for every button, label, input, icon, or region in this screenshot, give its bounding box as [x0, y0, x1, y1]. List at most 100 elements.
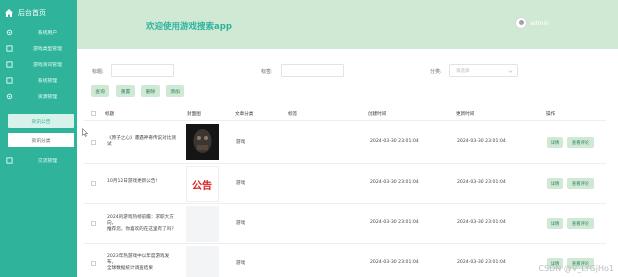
watermark: CSDN @V_LYGjHo1 [538, 264, 614, 273]
grid-icon [6, 44, 13, 52]
row-title-line: 2024的游戏热榜前瞻：求职大方向， [107, 215, 174, 226]
row-title[interactable]: 《原子之心》遭遇神奇传说对比测试 [107, 136, 177, 148]
view-comments-button[interactable]: 查看评论 [567, 137, 594, 148]
table-divider [84, 120, 606, 121]
sidebar-item-label: 系统用户 [37, 30, 58, 36]
sidebar-item-resources[interactable]: 资源管理 [0, 89, 77, 103]
row-checkbox[interactable] [91, 261, 96, 266]
cover-image [186, 206, 219, 242]
row-title[interactable]: 10月12日游戏更新公告! [107, 179, 177, 185]
gear-icon [6, 29, 13, 35]
row-title-line: 全球数据统计调查结果 [107, 266, 153, 271]
row-title-line: 《原子之心》遭遇神奇传说对比测试 [107, 136, 176, 147]
row-created: 2024-03-30 23:01:04 [370, 180, 419, 185]
sidebar-subitem-news[interactable]: 资讯公告 [8, 114, 74, 128]
column-header-updated[interactable]: 更新时间 [456, 108, 474, 120]
cover-image: 公告 [186, 166, 219, 202]
column-header-actions: 操作 [546, 108, 555, 120]
mouse-cursor-icon [82, 128, 88, 137]
table-divider [84, 203, 606, 204]
cover-image [186, 124, 219, 160]
category-placeholder: 请选择 [456, 69, 470, 74]
view-comments-button[interactable]: 查看评论 [567, 218, 594, 229]
sidebar-home[interactable]: 后台首页 [4, 6, 46, 20]
detail-button[interactable]: 详情 [547, 218, 563, 229]
sidebar-item-label: 游戏类型管理 [33, 46, 62, 52]
row-updated: 2024-03-30 23:01:04 [457, 139, 506, 144]
gear-icon [6, 93, 13, 99]
row-title-line: 2023年热游戏中以年度游戏发布， [107, 254, 170, 265]
row-updated: 2024-03-30 23:01:04 [457, 260, 506, 265]
column-header-label: 更新时间 [456, 112, 475, 117]
detail-button[interactable]: 详情 [547, 178, 563, 189]
sidebar-subitem-label: 资讯公告 [31, 119, 51, 125]
sidebar-item-label: 游戏资讯管理 [33, 62, 62, 68]
add-button[interactable]: 添加 [166, 85, 184, 97]
column-header-label: 封面图 [187, 112, 201, 117]
category-select[interactable]: 请选择 [449, 64, 518, 77]
column-header-label: 操作 [546, 112, 556, 117]
column-header-label: 标题 [105, 112, 115, 117]
page-title: 欢迎使用游戏搜索app [146, 22, 232, 32]
row-title[interactable]: 2023年热游戏中以年度游戏发布， 全球数据统计调查结果 [107, 254, 177, 272]
home-icon [5, 9, 13, 17]
row-checkbox[interactable] [91, 140, 96, 145]
cover-image [186, 246, 219, 277]
table-divider [84, 243, 606, 244]
grid-icon [6, 156, 13, 164]
sidebar: 后台首页 系统用户 游戏类型管理 游戏资讯管理 系统管理 资源管理 资讯公告 资… [0, 0, 77, 277]
row-created: 2024-03-30 23:01:04 [370, 220, 419, 225]
avatar[interactable] [515, 17, 527, 29]
title-label: 标题: [92, 69, 104, 75]
row-updated: 2024-03-30 23:01:04 [457, 180, 506, 185]
top-header: 欢迎使用游戏搜索app admin [77, 0, 618, 49]
grid-icon [6, 76, 13, 84]
column-header-label: 文章分类 [235, 112, 254, 117]
chevron-down-icon [508, 70, 513, 73]
column-header-category[interactable]: 文章分类 [235, 108, 253, 120]
row-checkbox[interactable] [91, 221, 96, 226]
sidebar-item-system[interactable]: 系统管理 [0, 73, 77, 87]
row-category: 游戏 [236, 140, 246, 145]
tag-label: 标签: [261, 69, 273, 75]
row-category: 游戏 [236, 261, 246, 266]
sidebar-item-users[interactable]: 系统用户 [0, 25, 77, 39]
column-header-label: 创建时间 [368, 112, 387, 117]
table-divider [84, 163, 606, 164]
row-created: 2024-03-30 23:01:04 [370, 260, 419, 265]
sidebar-item-game-news[interactable]: 游戏资讯管理 [0, 57, 77, 71]
sidebar-item-exchange[interactable]: 交流管理 [0, 153, 77, 167]
query-button[interactable]: 查询 [91, 85, 109, 97]
sidebar-item-label: 系统管理 [37, 78, 58, 84]
row-updated: 2024-03-30 23:01:04 [457, 220, 506, 225]
select-all-checkbox[interactable] [91, 111, 96, 116]
view-comments-button[interactable]: 查看评论 [567, 178, 594, 189]
row-title-line: 10月12日游戏更新公告! [107, 179, 158, 184]
username[interactable]: admin [530, 20, 549, 27]
sidebar-item-game-types[interactable]: 游戏类型管理 [0, 41, 77, 55]
column-header-tags: 标签 [288, 108, 297, 120]
grid-icon [6, 60, 13, 68]
sidebar-item-label: 资源管理 [37, 94, 58, 100]
delete-button[interactable]: 删除 [141, 85, 160, 97]
row-title[interactable]: 2024的游戏热榜前瞻：求职大方向， 推荐您，你喜欢的在这里有了吗? [107, 215, 177, 233]
detail-button[interactable]: 详情 [547, 137, 563, 148]
column-header-label: 标签 [288, 112, 298, 117]
row-category: 游戏 [236, 181, 246, 186]
row-created: 2024-03-30 23:01:04 [370, 139, 419, 144]
sidebar-title: 后台首页 [18, 9, 46, 17]
category-label: 分类: [430, 69, 442, 75]
sidebar-item-label: 交流管理 [37, 158, 58, 164]
cover-text: 公告 [192, 181, 212, 192]
column-header-created[interactable]: 创建时间 [368, 108, 386, 120]
row-category: 游戏 [236, 221, 246, 226]
title-search-input[interactable] [111, 64, 174, 77]
tag-search-input[interactable] [281, 64, 344, 77]
reset-button[interactable]: 重置 [116, 85, 135, 97]
row-checkbox[interactable] [91, 181, 96, 186]
sidebar-subitem-category[interactable]: 资讯分类 [8, 133, 74, 147]
row-title-line: 推荐您，你喜欢的在这里有了吗? [107, 227, 174, 232]
column-header-title[interactable]: 标题 [105, 108, 114, 120]
column-header-cover: 封面图 [187, 108, 201, 120]
sidebar-subitem-label: 资讯分类 [31, 138, 51, 144]
